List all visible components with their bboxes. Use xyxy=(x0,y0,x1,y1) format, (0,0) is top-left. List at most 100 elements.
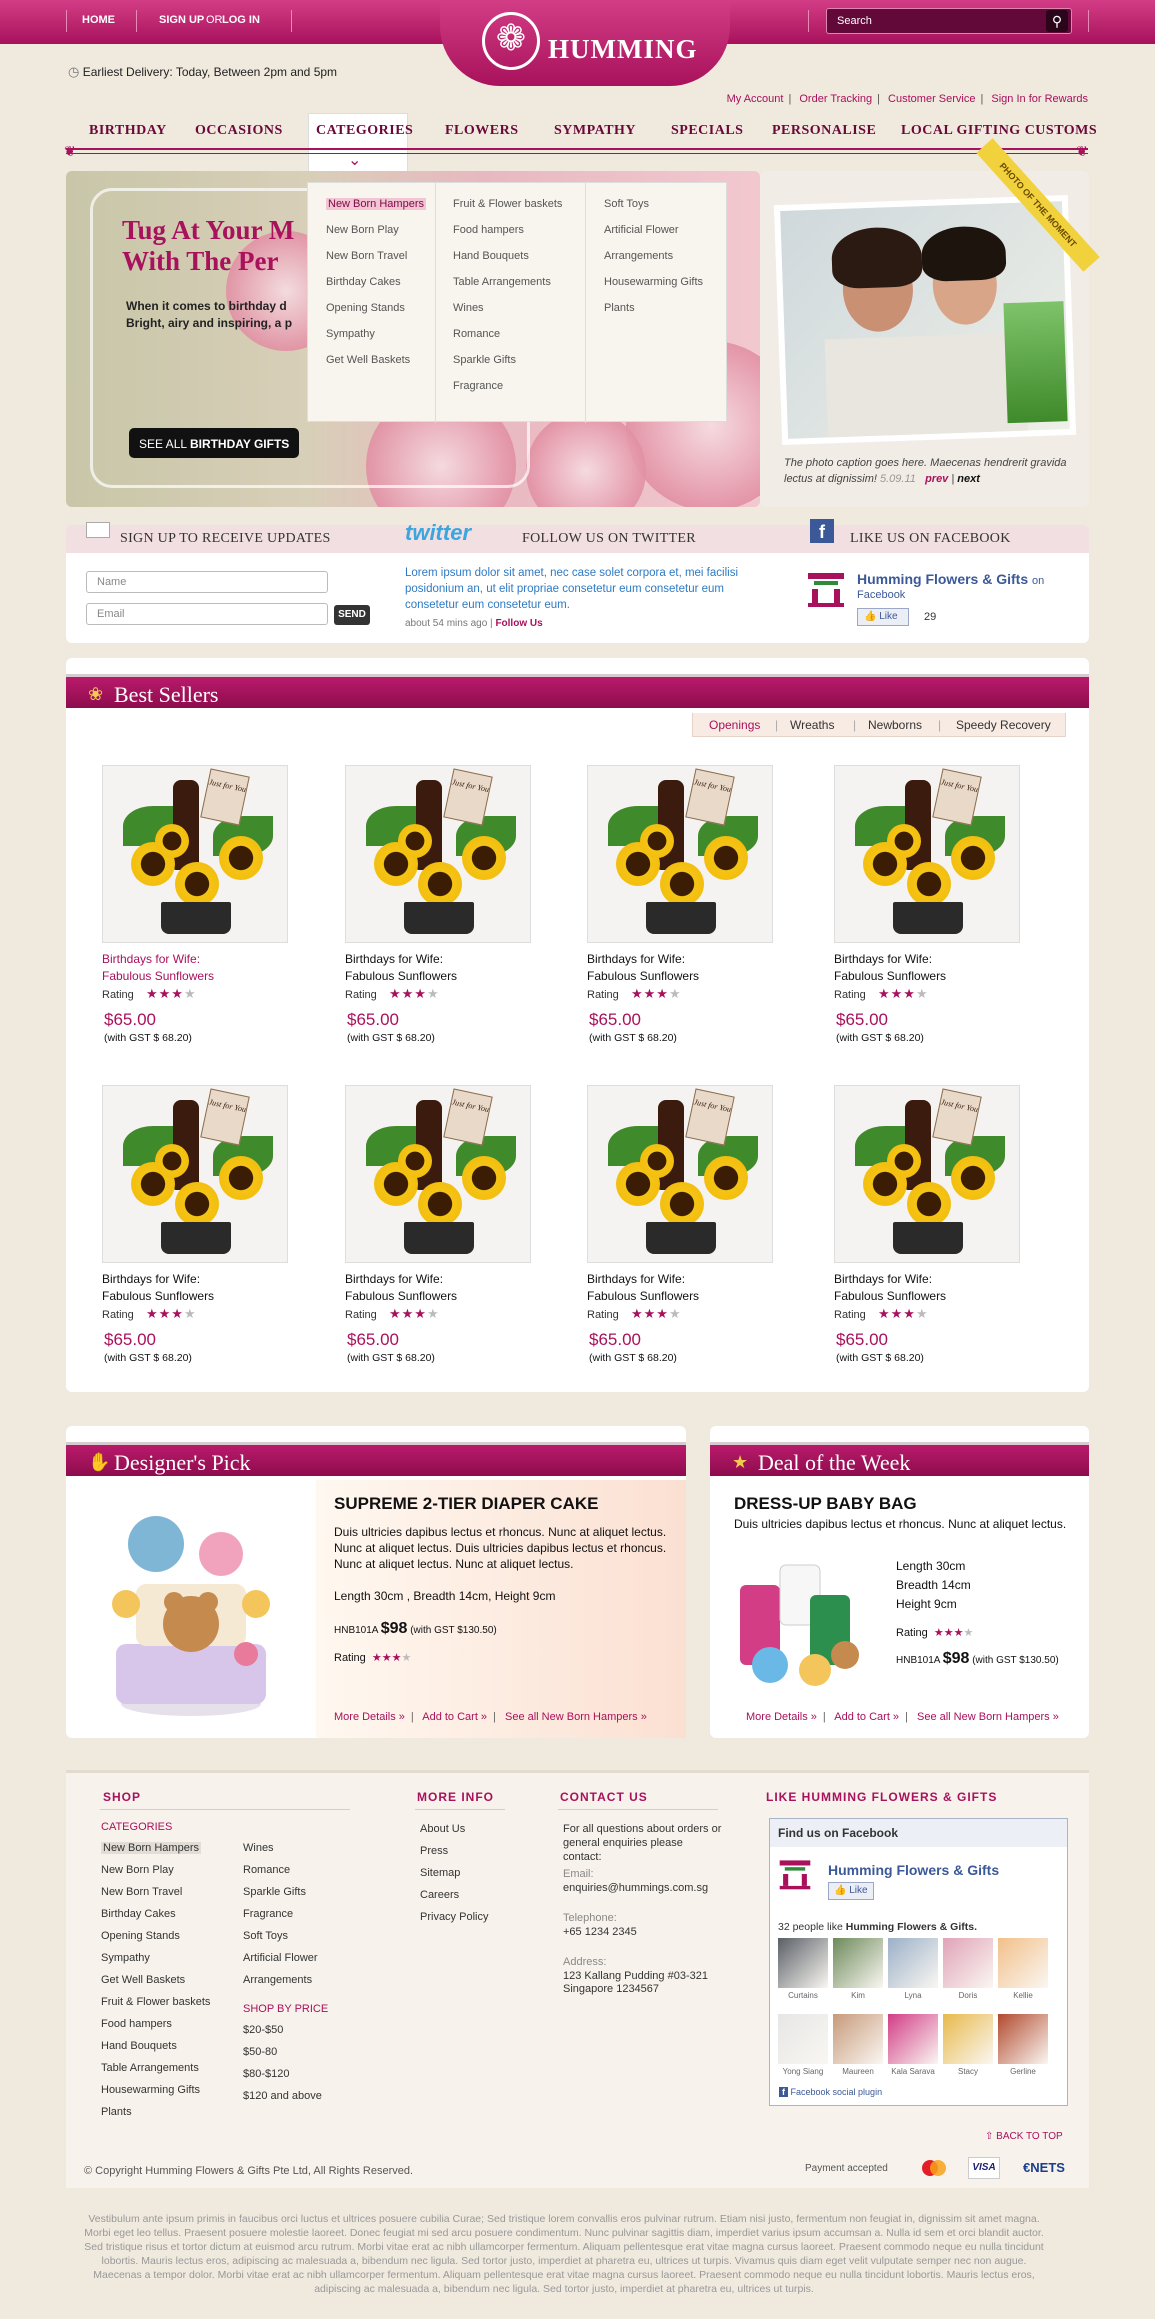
footer-price-link[interactable]: $120 and above xyxy=(243,2090,322,2102)
dropdown-item[interactable]: Table Arrangements xyxy=(453,276,551,288)
product-image[interactable]: Just for You xyxy=(587,765,773,943)
footer-price-link[interactable]: $50-80 xyxy=(243,2046,277,2058)
fan-avatar[interactable] xyxy=(778,1938,828,1988)
chevron-down-icon[interactable]: ⌄ xyxy=(348,150,361,170)
dropdown-item[interactable]: Sparkle Gifts xyxy=(453,354,516,366)
fan-avatar[interactable] xyxy=(943,1938,993,1988)
logo-icon[interactable]: ❁ xyxy=(482,12,540,70)
product-name[interactable]: Birthdays for Wife: Fabulous Sunflowers xyxy=(587,1271,787,1305)
product-card[interactable]: Just for You Birthdays for Wife: Fabulous … xyxy=(834,1085,1034,1385)
fan-name[interactable]: Lyna xyxy=(885,1991,941,2000)
fan-avatar[interactable] xyxy=(943,2014,993,2064)
footer-category-link[interactable]: New Born Play xyxy=(101,1864,174,1876)
product-card[interactable]: Just for You Birthdays for Wife: Fabulous … xyxy=(587,765,787,1065)
fan-name[interactable]: Kala Sarava xyxy=(885,2067,941,2076)
product-name[interactable]: Birthdays for Wife: Fabulous Sunflowers xyxy=(834,1271,1034,1305)
fan-name[interactable]: Yong Siang xyxy=(775,2067,831,2076)
dropdown-item[interactable]: Opening Stands xyxy=(326,302,405,314)
fan-avatar[interactable] xyxy=(998,2014,1048,2064)
product-name[interactable]: Birthdays for Wife: Fabulous Sunflowers xyxy=(587,951,787,985)
footer-info-link[interactable]: Privacy Policy xyxy=(420,1911,488,1923)
footer-category-link[interactable]: Birthday Cakes xyxy=(101,1908,176,1920)
twitter-icon[interactable]: twitter xyxy=(405,520,471,546)
fan-name[interactable]: Kim xyxy=(830,1991,886,2000)
footer-info-link[interactable]: About Us xyxy=(420,1823,465,1835)
dropdown-item[interactable]: Fragrance xyxy=(453,380,503,392)
nav-personalise[interactable]: PERSONALISE xyxy=(772,123,876,139)
footer-info-link[interactable]: Press xyxy=(420,1845,448,1857)
facebook-page-link[interactable]: Humming Flowers & Gifts xyxy=(828,1862,999,1878)
footer-category-link[interactable]: Soft Toys xyxy=(243,1930,288,1942)
email-input[interactable]: Email xyxy=(86,603,328,625)
dropdown-item[interactable]: Birthday Cakes xyxy=(326,276,401,288)
footer-category-link[interactable]: Hand Bouquets xyxy=(101,2040,177,2052)
dropdown-item[interactable]: Romance xyxy=(453,328,500,340)
product-card[interactable]: Just for You Birthdays for Wife: Fabulous … xyxy=(345,765,545,1065)
add-to-cart-link[interactable]: Add to Cart » xyxy=(834,1711,899,1723)
footer-category-link[interactable]: Sparkle Gifts xyxy=(243,1886,306,1898)
dropdown-item[interactable]: Arrangements xyxy=(604,250,673,262)
product-name[interactable]: Birthdays for Wife: Fabulous Sunflowers xyxy=(834,951,1034,985)
footer-category-link[interactable]: Arrangements xyxy=(243,1974,312,1986)
footer-category-link[interactable]: Wines xyxy=(243,1842,274,1854)
fan-name[interactable]: Curtains xyxy=(775,1991,831,2000)
dropdown-item[interactable]: Get Well Baskets xyxy=(326,354,410,366)
dropdown-item[interactable]: Fruit & Flower baskets xyxy=(453,198,562,210)
fan-name[interactable]: Kellie xyxy=(995,1991,1051,2000)
footer-category-link[interactable]: Fragrance xyxy=(243,1908,293,1920)
see-all-birthday-gifts-button[interactable]: SEE ALL BIRTHDAY GIFTS xyxy=(129,428,299,458)
dropdown-item[interactable]: Soft Toys xyxy=(604,198,649,210)
footer-category-link[interactable]: Food hampers xyxy=(101,2018,172,2030)
footer-info-link[interactable]: Careers xyxy=(420,1889,459,1901)
footer-category-link[interactable]: Table Arrangements xyxy=(101,2062,199,2074)
baby-bag-image[interactable] xyxy=(720,1545,870,1695)
tab-openings[interactable]: Openings xyxy=(709,718,760,732)
facebook-like-button[interactable]: 👍 Like xyxy=(828,1882,874,1900)
login-link[interactable]: LOG IN xyxy=(222,14,260,26)
footer-category-link[interactable]: Housewarming Gifts xyxy=(101,2084,200,2096)
product-card[interactable]: Just for You Birthdays for Wife: Fabulous … xyxy=(587,1085,787,1385)
send-button[interactable]: SEND xyxy=(334,605,370,625)
signup-link[interactable]: SIGN UP xyxy=(159,14,204,26)
dropdown-item[interactable]: Sympathy xyxy=(326,328,375,340)
deal-product[interactable]: DRESS-UP BABY BAG xyxy=(734,1494,917,1514)
nav-specials[interactable]: SPECIALS xyxy=(671,123,743,139)
product-image[interactable]: Just for You xyxy=(834,765,1020,943)
logo-text[interactable]: HUMMING xyxy=(548,34,697,65)
dropdown-item[interactable]: New Born Play xyxy=(326,224,399,236)
footer-category-link[interactable]: Fruit & Flower baskets xyxy=(101,1996,210,2008)
footer-price-link[interactable]: $80-$120 xyxy=(243,2068,290,2080)
see-all-link[interactable]: See all New Born Hampers » xyxy=(917,1711,1059,1723)
dropdown-item[interactable]: Hand Bouquets xyxy=(453,250,529,262)
see-all-link[interactable]: See all New Born Hampers » xyxy=(505,1711,647,1723)
nav-sympathy[interactable]: SYMPATHY xyxy=(554,123,636,139)
tab-wreaths[interactable]: Wreaths xyxy=(790,718,834,732)
nav-occasions[interactable]: OCCASIONS xyxy=(195,123,283,139)
footer-category-link[interactable]: Opening Stands xyxy=(101,1930,180,1942)
footer-category-link[interactable]: Plants xyxy=(101,2106,132,2118)
fan-name[interactable]: Gerline xyxy=(995,2067,1051,2076)
follow-us-link[interactable]: Follow Us xyxy=(495,618,542,629)
back-to-top-link[interactable]: ⇧ BACK TO TOP xyxy=(985,2131,1063,2142)
nav-birthday[interactable]: BIRTHDAY xyxy=(89,123,167,139)
search-icon[interactable]: ⚲ xyxy=(1046,10,1068,32)
customer-service-link[interactable]: Customer Service xyxy=(888,93,975,105)
footer-category-link[interactable]: New Born Hampers xyxy=(101,1842,201,1854)
fan-avatar[interactable] xyxy=(888,1938,938,1988)
nav-local-gifting[interactable]: LOCAL GIFTING CUSTOMS xyxy=(901,123,1097,139)
dropdown-item[interactable]: Plants xyxy=(604,302,635,314)
dropdown-item[interactable]: New Born Hampers xyxy=(326,198,426,210)
footer-category-link[interactable]: Artificial Flower xyxy=(243,1952,318,1964)
product-image[interactable]: Just for You xyxy=(102,1085,288,1263)
product-name[interactable]: Birthdays for Wife: Fabulous Sunflowers xyxy=(102,1271,302,1305)
facebook-page-link[interactable]: Humming Flowers & Gifts on xyxy=(857,571,1044,587)
fan-name[interactable]: Stacy xyxy=(940,2067,996,2076)
next-link[interactable]: next xyxy=(957,473,980,485)
product-name[interactable]: Birthdays for Wife: Fabulous Sunflowers xyxy=(102,951,302,985)
product-name[interactable]: Birthdays for Wife: Fabulous Sunflowers xyxy=(345,1271,545,1305)
add-to-cart-link[interactable]: Add to Cart » xyxy=(422,1711,487,1723)
product-image[interactable]: Just for You xyxy=(102,765,288,943)
footer-price-link[interactable]: $20-$50 xyxy=(243,2024,283,2036)
tab-speedy-recovery[interactable]: Speedy Recovery xyxy=(956,718,1051,732)
order-tracking-link[interactable]: Order Tracking xyxy=(799,93,872,105)
